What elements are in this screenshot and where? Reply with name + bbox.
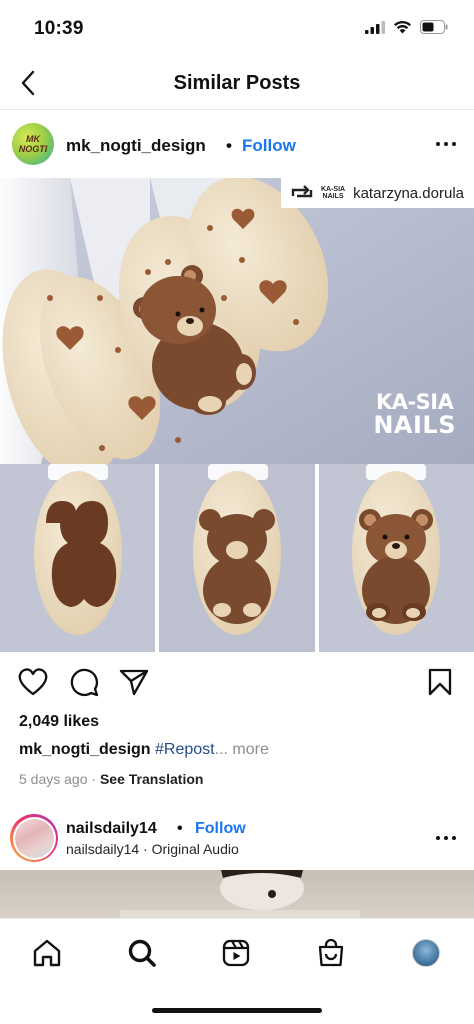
original-audio-link[interactable]: nailsdaily14 · Original Audio (66, 841, 239, 857)
comment-button[interactable] (68, 666, 100, 698)
search-icon (128, 939, 156, 967)
status-time: 10:39 (34, 18, 84, 39)
tab-profile[interactable] (406, 933, 446, 973)
more-dot (452, 836, 456, 840)
repost-logo-line2: NAILS (322, 193, 344, 200)
more-horizontal-icon (436, 836, 440, 840)
tab-search[interactable] (122, 933, 162, 973)
post-header: MK NOGTI mk_nogti_design • Follow (0, 112, 474, 178)
more-horizontal-icon (436, 142, 440, 146)
avatar-logo-line1: MK (26, 134, 40, 144)
bookmark-icon (428, 668, 452, 696)
likes-count[interactable]: 2,049 likes (19, 713, 99, 731)
next-post-header: nailsdaily14 • Follow nailsdaily14 · Ori… (0, 808, 474, 868)
heart-icon (18, 668, 48, 696)
next-post-media[interactable] (0, 870, 474, 918)
profile-avatar (412, 939, 440, 967)
wifi-icon (394, 20, 411, 34)
comment-icon (70, 668, 99, 697)
post-caption[interactable]: mk_nogti_design #Repost... more (19, 741, 269, 759)
dot-separator: • (226, 136, 232, 155)
brand-watermark: KA-SIA NAILS (373, 390, 456, 439)
more-options-button[interactable] (436, 836, 456, 840)
status-bar: 10:39 (0, 0, 474, 58)
more-dot (452, 142, 456, 146)
shop-icon (318, 938, 344, 967)
caption-username[interactable]: mk_nogti_design (19, 741, 151, 758)
home-indicator (152, 1008, 322, 1013)
meta-separator: · (91, 771, 97, 787)
repost-icon (291, 185, 313, 198)
post-image[interactable]: KA-SIA NAILS katarzyna.dorula KA-SIA NAI… (0, 178, 474, 652)
avatar-image (14, 818, 54, 858)
watermark-line2: NAILS (373, 411, 456, 439)
status-icons (365, 20, 448, 34)
tab-reels[interactable] (216, 933, 256, 973)
post-timestamp: 5 days ago (19, 771, 88, 787)
follow-button[interactable]: Follow (242, 136, 296, 156)
repost-logo-line1: KA-SIA (320, 186, 346, 193)
battery-icon (420, 20, 448, 34)
caption-more-link[interactable]: ... more (215, 741, 269, 758)
save-button[interactable] (424, 666, 456, 698)
reels-icon (222, 939, 250, 967)
follow-button[interactable]: Follow (195, 820, 246, 838)
more-dot (444, 142, 448, 146)
post-username[interactable]: mk_nogti_design (66, 136, 206, 156)
next-post-preview-image (120, 870, 360, 918)
avatar[interactable] (10, 814, 58, 862)
nav-header: Similar Posts (0, 58, 474, 110)
avatar-inner (12, 816, 56, 860)
caption-hashtag[interactable]: #Repost (155, 741, 215, 758)
send-icon (119, 669, 149, 696)
avatar-logo-text: MK NOGTI (19, 134, 48, 154)
repost-logo: KA-SIA NAILS (321, 186, 345, 200)
post-meta: 5 days ago · See Translation (19, 771, 203, 787)
post-actions (0, 662, 474, 704)
next-post-username[interactable]: nailsdaily14 (66, 820, 157, 838)
like-button[interactable] (17, 666, 49, 698)
home-icon (33, 939, 61, 967)
watermark-line1: KA-SIA (375, 390, 454, 414)
repost-tag[interactable]: KA-SIA NAILS katarzyna.dorula (280, 178, 474, 208)
tab-home[interactable] (27, 933, 67, 973)
tab-shop[interactable] (311, 933, 351, 973)
dot-separator: • (177, 820, 183, 837)
page-title: Similar Posts (173, 72, 301, 94)
avatar[interactable]: MK NOGTI (12, 123, 54, 165)
cellular-signal-icon (365, 20, 385, 34)
see-translation-link[interactable]: See Translation (100, 771, 203, 787)
share-button[interactable] (118, 666, 150, 698)
more-dot (444, 836, 448, 840)
avatar-logo-line2: NOGTI (18, 144, 48, 154)
more-options-button[interactable] (436, 142, 456, 146)
repost-username: katarzyna.dorula (353, 184, 464, 202)
